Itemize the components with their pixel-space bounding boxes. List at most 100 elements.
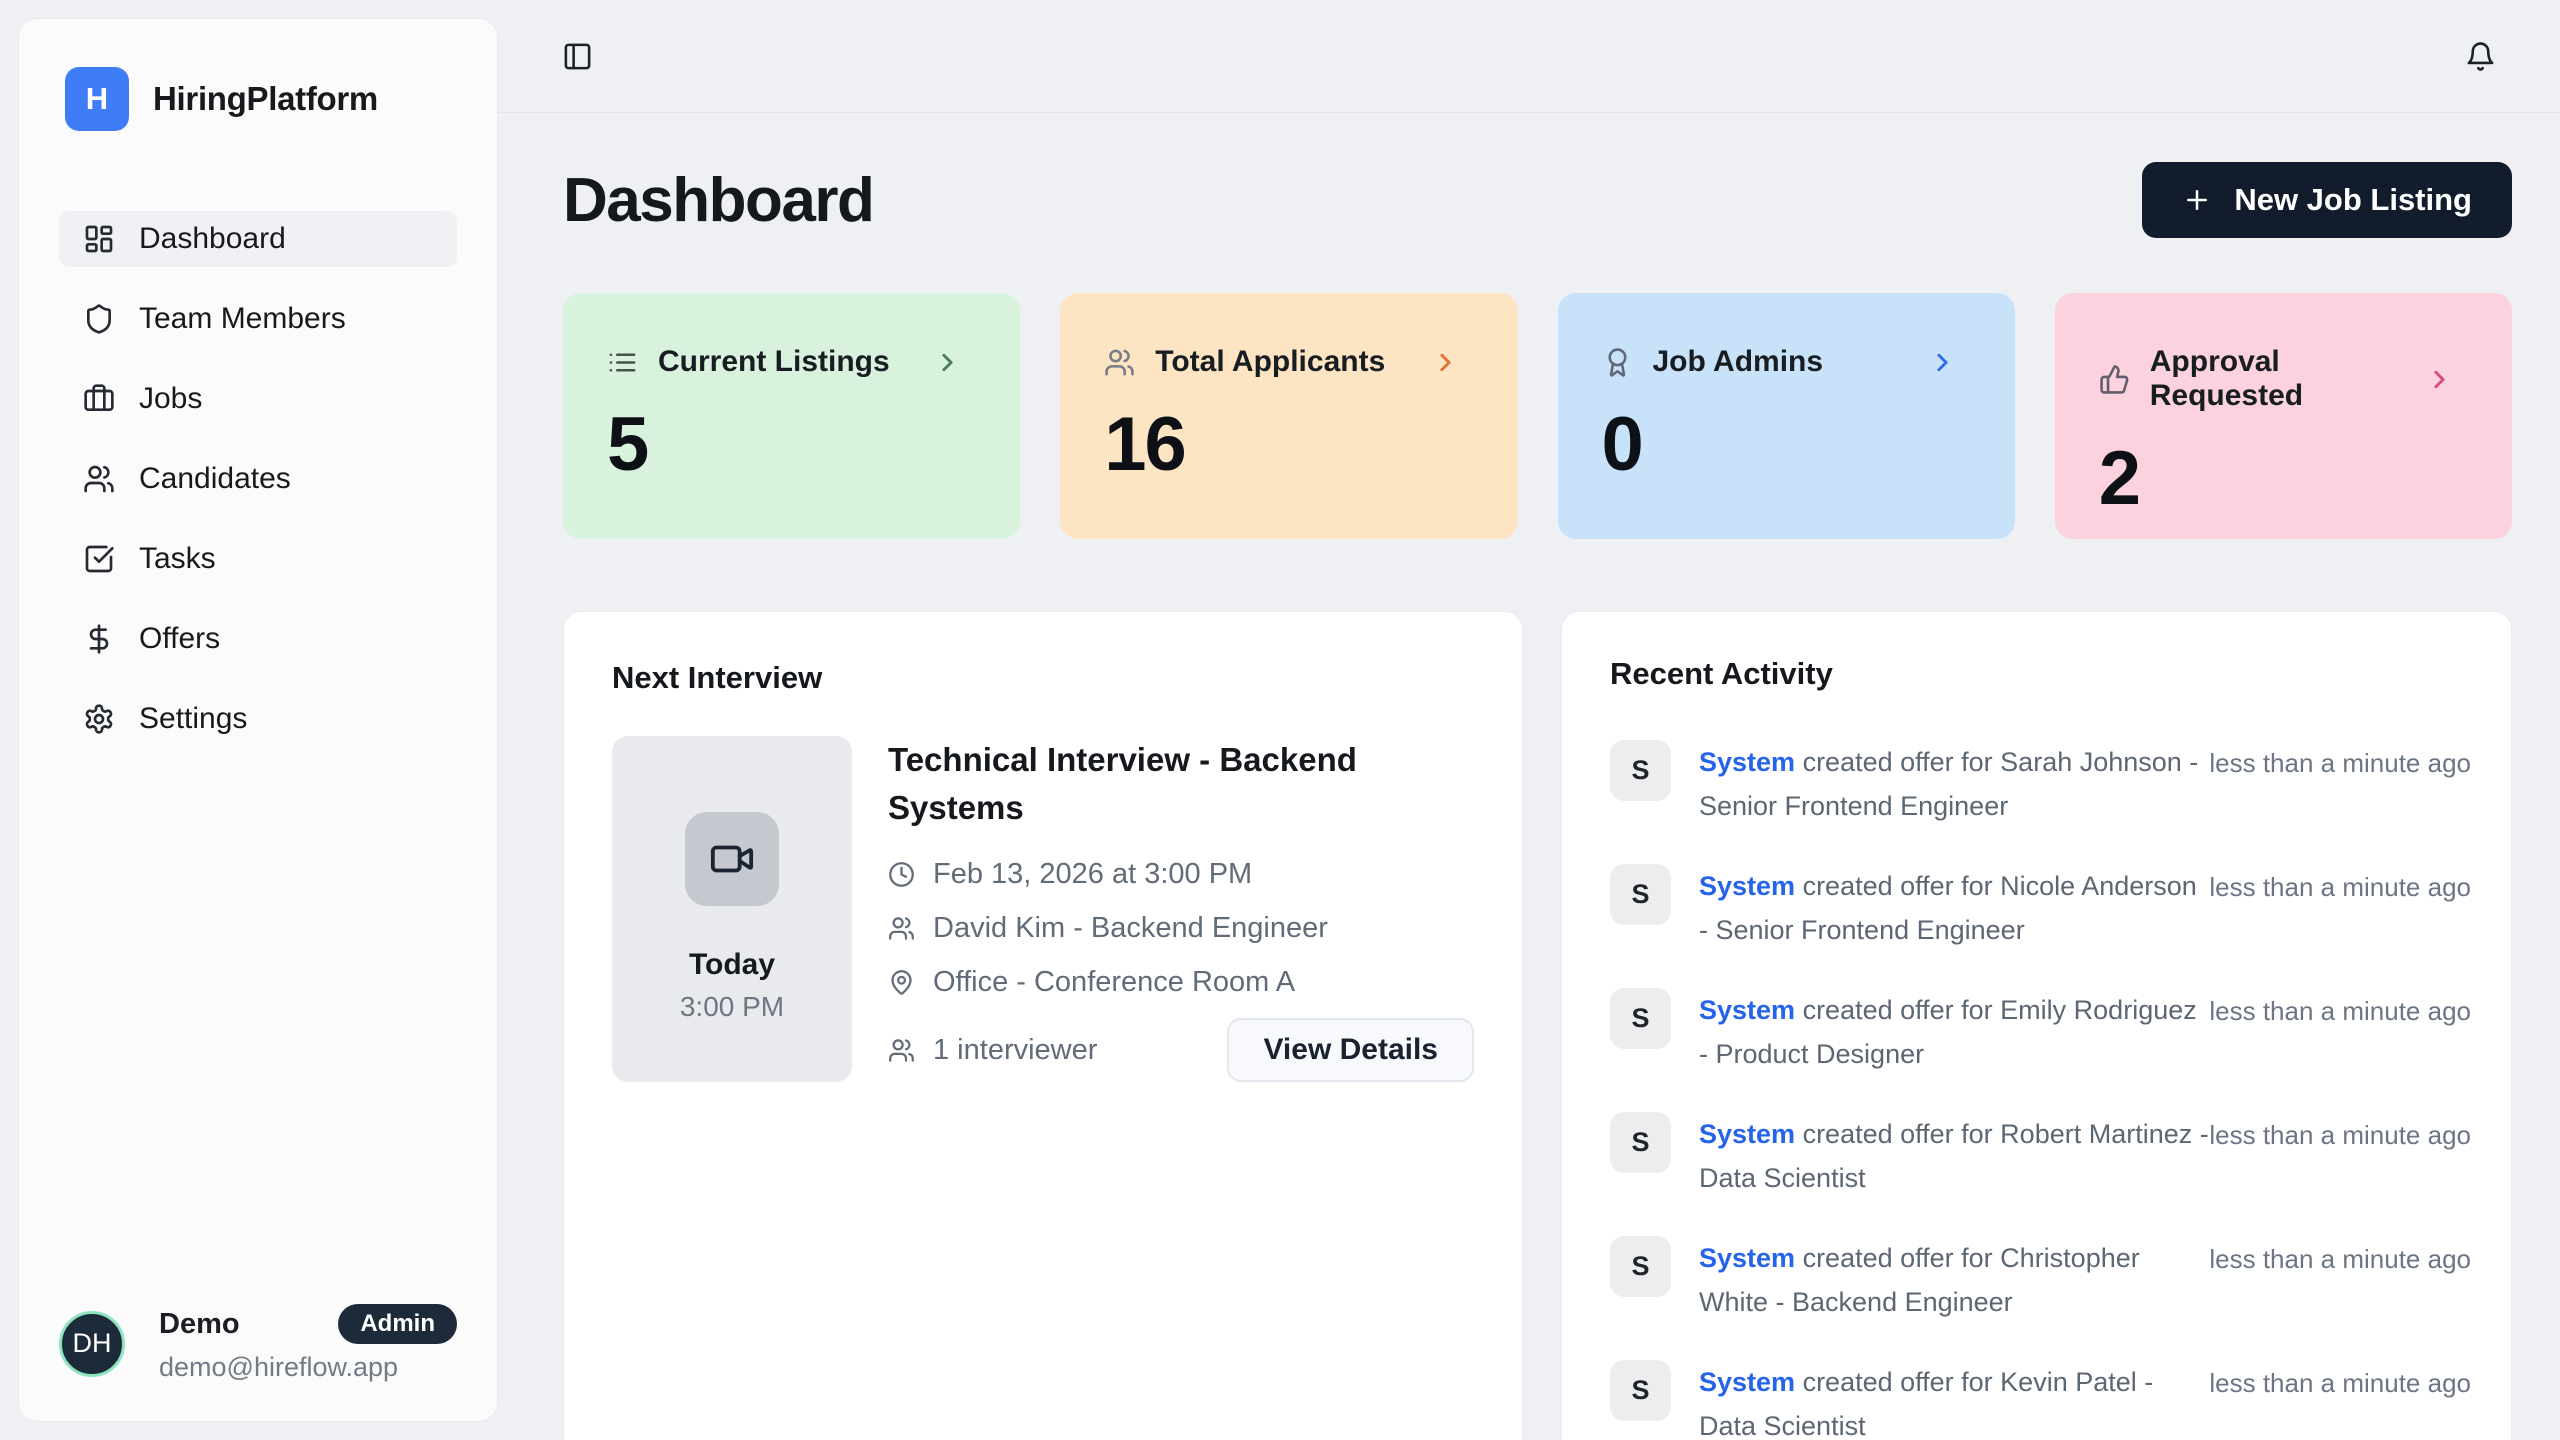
page-title: Dashboard (563, 165, 873, 236)
interviewer-count: 1 interviewer (933, 1034, 1097, 1067)
chevron-right-icon (1431, 348, 1474, 377)
notifications-button[interactable] (2465, 41, 2496, 72)
activity-text: System created offer for Christopher Whi… (1699, 1236, 2209, 1324)
interview-datetime-row: Feb 13, 2026 at 3:00 PM (888, 858, 1474, 891)
dashboard-content: Dashboard New Job Listing Current Listin… (498, 162, 2560, 1440)
avatar-initials: DH (73, 1328, 112, 1359)
app-root: H HiringPlatform Dashboard Team Members (0, 0, 2560, 1440)
activity-timestamp: less than a minute ago (2209, 1236, 2471, 1275)
sidebar-toggle-button[interactable] (562, 41, 593, 72)
app-title: HiringPlatform (153, 80, 378, 118)
award-icon (1602, 347, 1633, 378)
interview-title: Technical Interview - Backend Systems (888, 736, 1398, 832)
sidebar-item-candidates[interactable]: Candidates (59, 451, 457, 507)
stat-card-current-listings[interactable]: Current Listings 5 (563, 293, 1020, 539)
topbar (498, 0, 2560, 113)
thumbs-up-icon (2099, 364, 2130, 395)
activity-item: S System created offer for Christopher W… (1610, 1236, 2471, 1324)
activity-timestamp: less than a minute ago (2209, 1112, 2471, 1151)
layout-dashboard-icon (83, 223, 115, 255)
stat-value: 2 (2099, 441, 2468, 517)
app-logo-letter: H (86, 81, 108, 117)
new-job-listing-button[interactable]: New Job Listing (2142, 162, 2512, 238)
interview-location: Office - Conference Room A (933, 966, 1295, 999)
plus-icon (2182, 185, 2212, 215)
briefcase-icon (83, 383, 115, 415)
interview-person: David Kim - Backend Engineer (933, 912, 1328, 945)
stat-value: 0 (1602, 407, 1971, 483)
stat-label: Job Admins (1653, 345, 1824, 379)
square-check-icon (83, 543, 115, 575)
stat-card-job-admins[interactable]: Job Admins 0 (1558, 293, 2015, 539)
recent-activity-card: Recent Activity S System created offer f… (1561, 611, 2512, 1440)
sidebar: H HiringPlatform Dashboard Team Members (18, 18, 498, 1422)
chevron-right-icon (933, 348, 976, 377)
stat-value: 16 (1104, 407, 1473, 483)
sidebar-item-offers[interactable]: Offers (59, 611, 457, 667)
users-icon (1104, 347, 1135, 378)
activity-text: System created offer for Kevin Patel - D… (1699, 1360, 2209, 1440)
chevron-right-icon (2425, 365, 2468, 394)
sidebar-item-jobs[interactable]: Jobs (59, 371, 457, 427)
activity-item: S System created offer for Emily Rodrigu… (1610, 988, 2471, 1076)
users-icon (888, 915, 915, 942)
user-email: demo@hireflow.app (159, 1352, 457, 1383)
sidebar-item-dashboard[interactable]: Dashboard (59, 211, 457, 267)
user-card[interactable]: DH Demo Admin demo@hireflow.app (59, 1304, 457, 1383)
activity-avatar: S (1610, 988, 1671, 1049)
sidebar-item-team-members[interactable]: Team Members (59, 291, 457, 347)
activity-actor[interactable]: System (1699, 747, 1795, 777)
activity-item: S System created offer for Robert Martin… (1610, 1112, 2471, 1200)
dollar-sign-icon (83, 623, 115, 655)
interview-person-row: David Kim - Backend Engineer (888, 912, 1474, 945)
video-camera-icon (685, 812, 779, 906)
interview-details: Technical Interview - Backend Systems Fe… (888, 736, 1474, 1082)
role-badge: Admin (338, 1304, 457, 1344)
lower-row: Next Interview Today 3:00 PM Technical I… (563, 611, 2512, 1440)
interview-day: Today (689, 948, 775, 982)
activity-avatar: S (1610, 1360, 1671, 1421)
clock-icon (888, 861, 915, 888)
activity-actor[interactable]: System (1699, 1367, 1795, 1397)
activity-text: System created offer for Emily Rodriguez… (1699, 988, 2209, 1076)
stat-label: Current Listings (658, 345, 890, 379)
activity-list: S System created offer for Sarah Johnson… (1610, 740, 2471, 1440)
activity-item: S System created offer for Sarah Johnson… (1610, 740, 2471, 828)
activity-actor[interactable]: System (1699, 1243, 1795, 1273)
app-logo: H HiringPlatform (59, 67, 457, 131)
new-job-listing-label: New Job Listing (2234, 182, 2472, 218)
stat-value: 5 (607, 407, 976, 483)
activity-avatar: S (1610, 740, 1671, 801)
user-name: Demo (159, 1308, 240, 1341)
activity-actor[interactable]: System (1699, 1119, 1795, 1149)
activity-timestamp: less than a minute ago (2209, 740, 2471, 779)
next-interview-heading: Next Interview (612, 660, 1474, 696)
activity-text: System created offer for Robert Martinez… (1699, 1112, 2209, 1200)
sidebar-item-label: Tasks (139, 542, 216, 576)
shield-icon (83, 303, 115, 335)
map-pin-icon (888, 969, 915, 996)
stat-card-total-applicants[interactable]: Total Applicants 16 (1060, 293, 1517, 539)
bell-icon (2465, 41, 2496, 72)
interviewer-count-row: 1 interviewer (888, 1034, 1097, 1067)
title-row: Dashboard New Job Listing (563, 162, 2512, 238)
chevron-right-icon (1928, 348, 1971, 377)
sidebar-item-label: Team Members (139, 302, 346, 336)
recent-activity-heading: Recent Activity (1610, 656, 2471, 692)
sidebar-item-settings[interactable]: Settings (59, 691, 457, 747)
activity-item: S System created offer for Kevin Patel -… (1610, 1360, 2471, 1440)
sidebar-item-label: Candidates (139, 462, 291, 496)
panel-left-icon (562, 41, 593, 72)
sidebar-item-label: Offers (139, 622, 220, 656)
activity-actor[interactable]: System (1699, 871, 1795, 901)
activity-item: S System created offer for Nicole Anders… (1610, 864, 2471, 952)
activity-timestamp: less than a minute ago (2209, 864, 2471, 903)
activity-actor[interactable]: System (1699, 995, 1795, 1025)
sidebar-item-tasks[interactable]: Tasks (59, 531, 457, 587)
sidebar-item-label: Dashboard (139, 222, 286, 256)
stat-card-approval-requested[interactable]: Approval Requested 2 (2055, 293, 2512, 539)
users-icon (83, 463, 115, 495)
avatar: DH (59, 1311, 125, 1377)
view-details-button[interactable]: View Details (1227, 1018, 1474, 1082)
users-icon (888, 1037, 915, 1064)
